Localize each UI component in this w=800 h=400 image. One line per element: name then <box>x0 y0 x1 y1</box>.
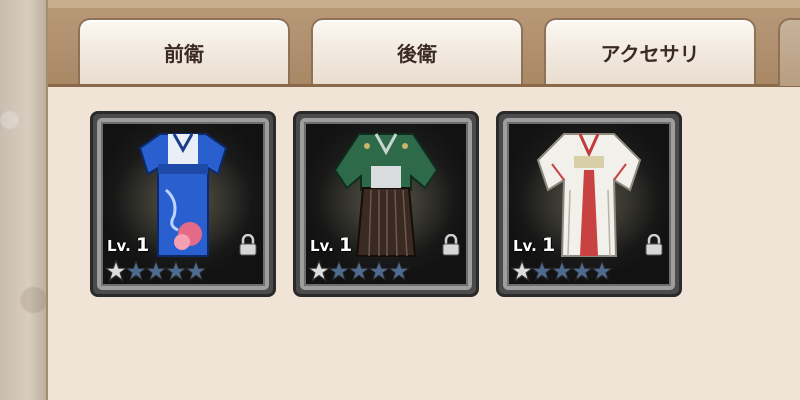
tab-rearguard[interactable]: 後衛 <box>311 18 523 84</box>
tab-bar: 前衛 後衛 アクセサリ <box>48 0 800 87</box>
star-empty-icon <box>571 260 593 282</box>
rarity-stars <box>511 260 613 282</box>
tab-more[interactable] <box>778 18 800 86</box>
level-value: 1 <box>542 234 556 256</box>
equipment-panel: 前衛 後衛 アクセサリ Lv. 1 Lv. 1 Lv. 1 <box>46 0 800 400</box>
star-empty-icon <box>165 260 187 282</box>
item-card-miko-robe[interactable]: Lv. 1 <box>496 111 682 297</box>
star-empty-icon <box>185 260 207 282</box>
stone-wall-background <box>0 0 48 400</box>
level-value: 1 <box>136 234 150 256</box>
item-card-hakama[interactable]: Lv. 1 <box>293 111 479 297</box>
rarity-stars <box>105 260 207 282</box>
lock-icon[interactable] <box>239 234 257 256</box>
item-grid: Lv. 1 Lv. 1 Lv. 1 <box>48 87 800 400</box>
star-empty-icon <box>551 260 573 282</box>
star-empty-icon <box>145 260 167 282</box>
star-empty-icon <box>368 260 390 282</box>
tab-vanguard[interactable]: 前衛 <box>78 18 290 84</box>
level-label: Lv. <box>310 237 334 255</box>
star-filled-icon <box>105 260 127 282</box>
lock-icon[interactable] <box>645 234 663 256</box>
star-empty-icon <box>328 260 350 282</box>
level-label: Lv. <box>513 237 537 255</box>
level-value: 1 <box>339 234 353 256</box>
item-card-kimono[interactable]: Lv. 1 <box>90 111 276 297</box>
star-empty-icon <box>531 260 553 282</box>
star-filled-icon <box>511 260 533 282</box>
star-empty-icon <box>348 260 370 282</box>
blue-furisode-kimono-icon <box>138 133 228 257</box>
star-filled-icon <box>308 260 330 282</box>
rarity-stars <box>308 260 410 282</box>
level-label: Lv. <box>107 237 131 255</box>
star-empty-icon <box>125 260 147 282</box>
star-empty-icon <box>388 260 410 282</box>
tab-accessory[interactable]: アクセサリ <box>544 18 756 84</box>
star-empty-icon <box>591 260 613 282</box>
lock-icon[interactable] <box>442 234 460 256</box>
